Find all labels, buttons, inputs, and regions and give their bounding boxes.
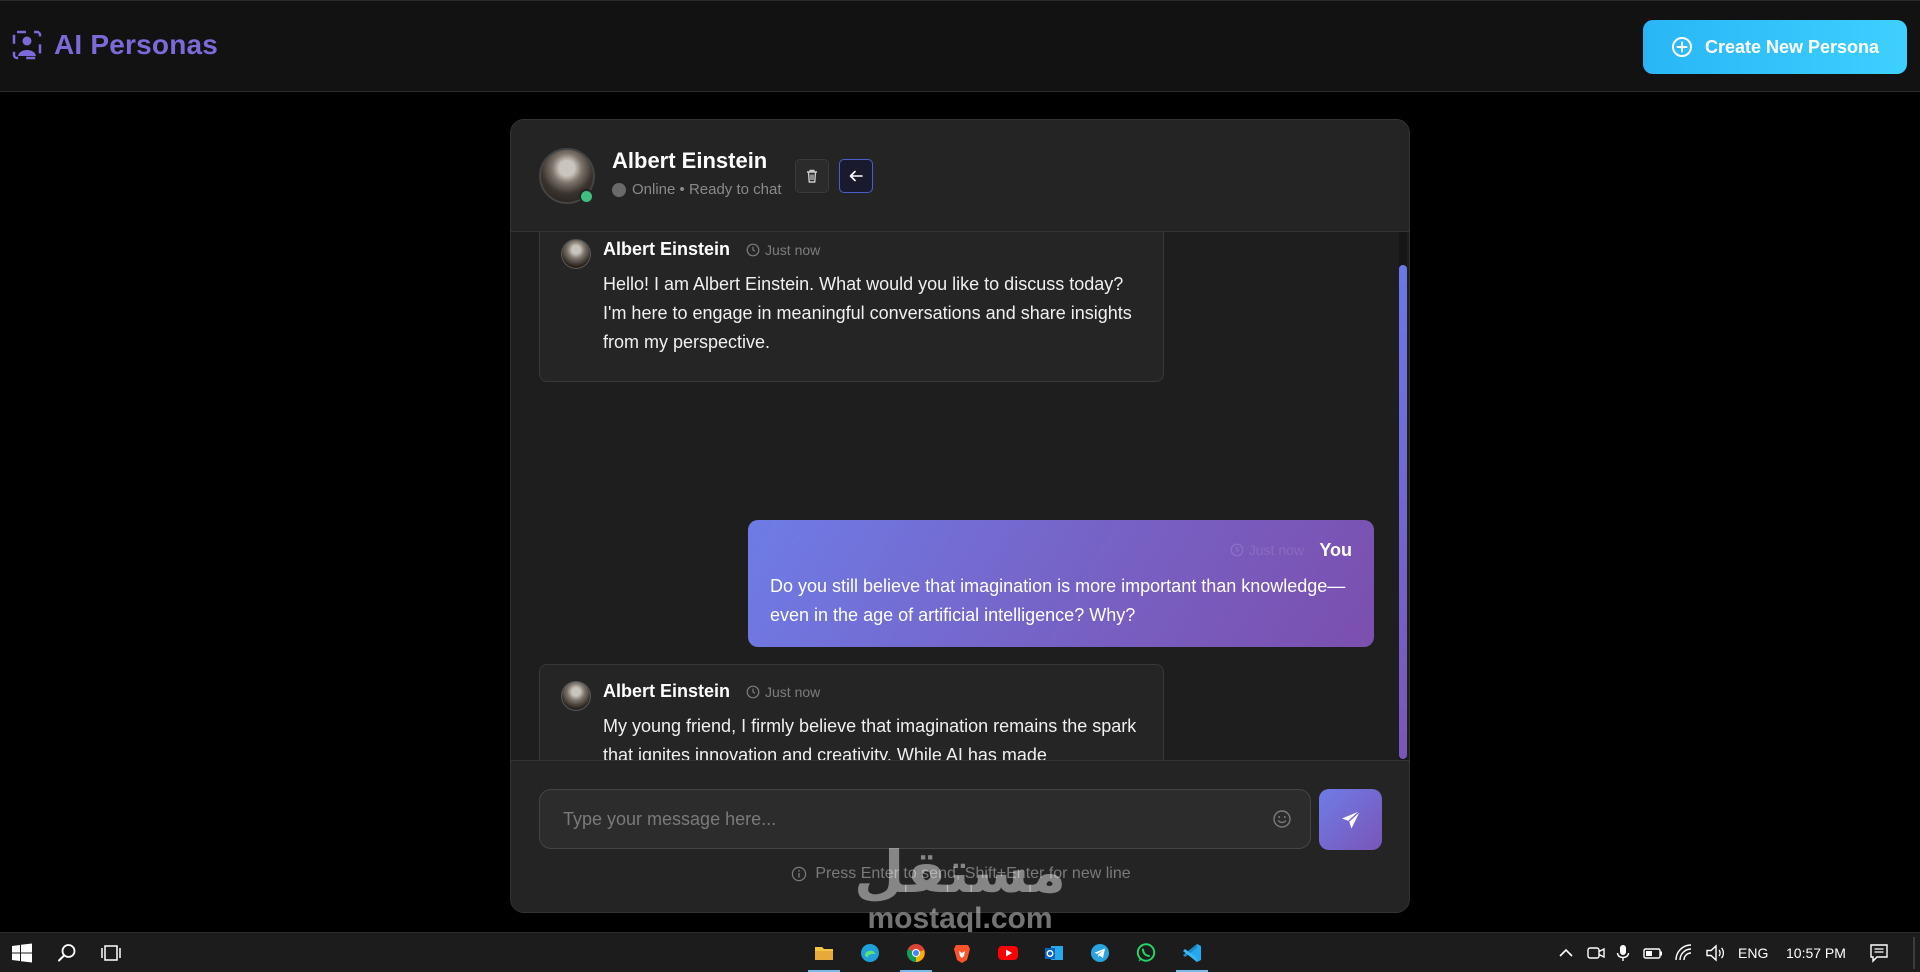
task-view-icon bbox=[101, 945, 121, 961]
outlook-icon bbox=[1045, 946, 1063, 960]
create-new-persona-button[interactable]: Create New Persona bbox=[1643, 20, 1907, 74]
message-time-text: Just now bbox=[1248, 542, 1304, 558]
search-icon bbox=[58, 944, 76, 962]
emoji-icon[interactable] bbox=[1272, 809, 1292, 829]
folder-icon bbox=[815, 947, 833, 960]
tray-language[interactable]: ENG bbox=[1738, 945, 1768, 961]
message-user: Just now You Do you still believe that i… bbox=[748, 520, 1374, 647]
composer-hint-text: Press Enter to send, Shift+Enter for new… bbox=[815, 865, 1131, 882]
start-button[interactable] bbox=[2, 937, 42, 969]
message-time-text: Just now bbox=[765, 242, 821, 258]
message-time-text: Just now bbox=[765, 684, 821, 700]
back-button[interactable] bbox=[839, 159, 873, 193]
show-desktop-button[interactable] bbox=[1913, 937, 1915, 969]
message-time: Just now bbox=[746, 684, 820, 700]
clock-icon bbox=[746, 685, 760, 699]
trash-icon bbox=[807, 169, 817, 183]
app-title: AI Personas bbox=[54, 29, 219, 60]
message-ai: Albert Einstein Just now Hello! I am Alb… bbox=[539, 232, 1164, 382]
vscode-icon bbox=[1183, 944, 1201, 962]
plus-circle-icon bbox=[1671, 37, 1692, 57]
chat-card: Albert Einstein Online • Ready to chat A… bbox=[510, 119, 1410, 913]
composer: Press Enter to send, Shift+Enter for new… bbox=[511, 760, 1409, 912]
message-list[interactable]: Albert Einstein Just now Hello! I am Alb… bbox=[511, 232, 1409, 780]
online-indicator bbox=[579, 189, 594, 204]
taskbar-outlook[interactable] bbox=[1034, 937, 1074, 969]
taskbar-youtube[interactable] bbox=[988, 937, 1028, 969]
persona-mini-avatar bbox=[561, 239, 591, 269]
tray-clock[interactable]: 10:57 PM bbox=[1786, 945, 1846, 961]
taskbar-whatsapp[interactable] bbox=[1126, 937, 1166, 969]
battery-icon bbox=[1643, 948, 1662, 959]
chat-header: Albert Einstein Online • Ready to chat bbox=[511, 120, 1409, 232]
taskbar-edge[interactable] bbox=[850, 937, 890, 969]
message-input[interactable] bbox=[539, 789, 1311, 849]
message-sender: Albert Einstein bbox=[603, 239, 731, 259]
telegram-icon bbox=[1091, 944, 1109, 962]
taskbar: ENG 10:57 PM bbox=[0, 932, 1920, 972]
action-center-button[interactable] bbox=[1859, 937, 1899, 969]
windows-logo-icon bbox=[12, 943, 32, 963]
info-icon bbox=[792, 866, 807, 882]
youtube-icon bbox=[998, 946, 1018, 960]
delete-chat-button[interactable] bbox=[795, 159, 829, 193]
clock-icon bbox=[1230, 543, 1244, 557]
message-time: Just now bbox=[746, 242, 820, 258]
scrollbar-thumb[interactable] bbox=[1399, 265, 1407, 759]
taskbar-file-explorer[interactable] bbox=[804, 937, 844, 972]
message-sender: Albert Einstein bbox=[603, 681, 731, 701]
task-view-button[interactable] bbox=[91, 937, 131, 969]
edge-icon bbox=[861, 944, 879, 962]
persona-name: Albert Einstein bbox=[612, 148, 768, 173]
message-text: Do you still believe that imagination is… bbox=[770, 576, 1346, 625]
message-time: Just now bbox=[1230, 542, 1304, 558]
persona-icon bbox=[12, 30, 42, 60]
persona-status: Online • Ready to chat bbox=[612, 181, 782, 198]
brand[interactable]: AI Personas bbox=[12, 29, 218, 61]
taskbar-telegram[interactable] bbox=[1080, 937, 1120, 969]
message-text: Hello! I am Albert Einstein. What would … bbox=[603, 274, 1132, 352]
taskbar-brave[interactable] bbox=[942, 937, 982, 969]
composer-hint: Press Enter to send, Shift+Enter for new… bbox=[511, 865, 1409, 883]
message-sender: You bbox=[1319, 540, 1352, 560]
persona-mini-avatar bbox=[561, 681, 591, 711]
send-button[interactable] bbox=[1319, 789, 1382, 850]
speaker-icon bbox=[1706, 944, 1725, 962]
wifi-icon bbox=[1675, 944, 1692, 961]
taskbar-vscode[interactable] bbox=[1172, 937, 1212, 972]
status-dot-icon bbox=[612, 182, 626, 197]
clock-icon bbox=[746, 243, 760, 257]
notification-icon bbox=[1870, 944, 1888, 963]
brave-icon bbox=[954, 945, 970, 963]
top-bar: AI Personas Create New Persona bbox=[0, 0, 1920, 92]
tray-volume[interactable] bbox=[1695, 937, 1735, 969]
chevron-up-icon bbox=[1559, 948, 1573, 957]
status-text: Online • Ready to chat bbox=[632, 181, 782, 198]
chrome-icon bbox=[907, 944, 925, 962]
taskbar-chrome[interactable] bbox=[896, 937, 936, 972]
arrow-left-icon bbox=[849, 170, 863, 182]
create-new-persona-label: Create New Persona bbox=[1704, 36, 1880, 57]
whatsapp-icon bbox=[1136, 943, 1156, 962]
send-icon bbox=[1341, 809, 1360, 828]
microphone-icon bbox=[1616, 945, 1630, 961]
search-button[interactable] bbox=[47, 937, 87, 969]
